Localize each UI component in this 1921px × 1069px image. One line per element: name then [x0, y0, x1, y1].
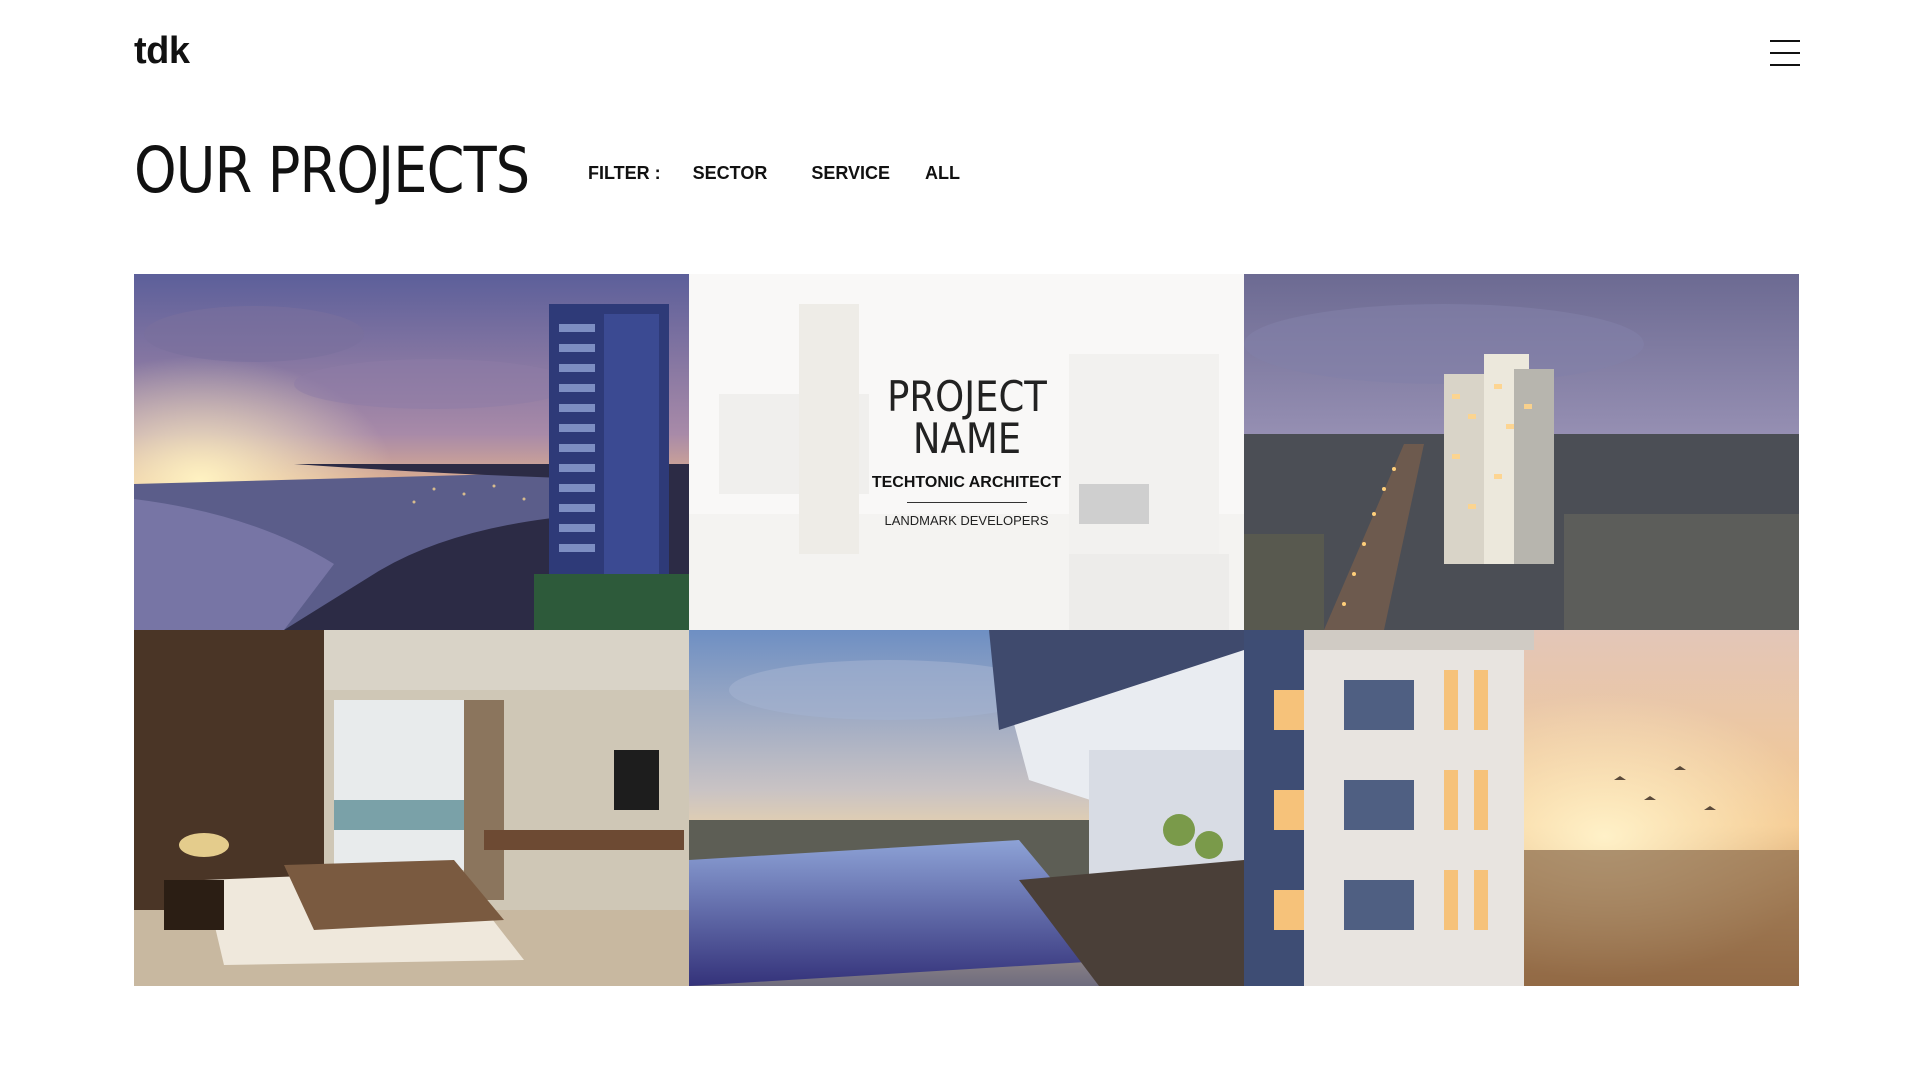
filter-service[interactable]: SERVICE [811, 163, 890, 184]
project-tile-4[interactable] [134, 630, 689, 986]
hamburger-menu-icon[interactable] [1770, 40, 1800, 66]
project-tile-2[interactable]: PROJECT NAME TECHTONIC ARCHITECT LANDMAR… [689, 274, 1244, 630]
project-tile-1[interactable] [134, 274, 689, 630]
logo[interactable]: tdk [134, 30, 190, 73]
filter-all[interactable]: ALL [925, 163, 960, 184]
coastal-tower-sunset-image [134, 274, 689, 630]
project-tile-6[interactable] [1244, 630, 1799, 986]
page-title: OUR PROJECTS [134, 134, 530, 207]
project-tile-5[interactable] [689, 630, 1244, 986]
project-name: PROJECT NAME [886, 372, 1047, 463]
project-overlay: PROJECT NAME TECHTONIC ARCHITECT LANDMAR… [689, 274, 1244, 630]
rooftop-pool-image [689, 630, 1244, 986]
project-developer: LANDMARK DEVELOPERS [884, 513, 1049, 528]
overlay-divider [906, 502, 1027, 503]
projects-grid: PROJECT NAME TECHTONIC ARCHITECT LANDMAR… [134, 274, 1799, 986]
bedroom-interior-image [134, 630, 689, 986]
filter-sector[interactable]: SECTOR [693, 163, 768, 184]
project-architect: TECHTONIC ARCHITECT [871, 474, 1062, 491]
filter-bar: FILTER : SECTOR SERVICE ALL [588, 163, 960, 184]
project-tile-3[interactable] [1244, 274, 1799, 630]
city-tower-dusk-image [1244, 274, 1799, 630]
filter-label: FILTER : [588, 163, 661, 183]
apartment-balconies-image [1244, 630, 1799, 986]
